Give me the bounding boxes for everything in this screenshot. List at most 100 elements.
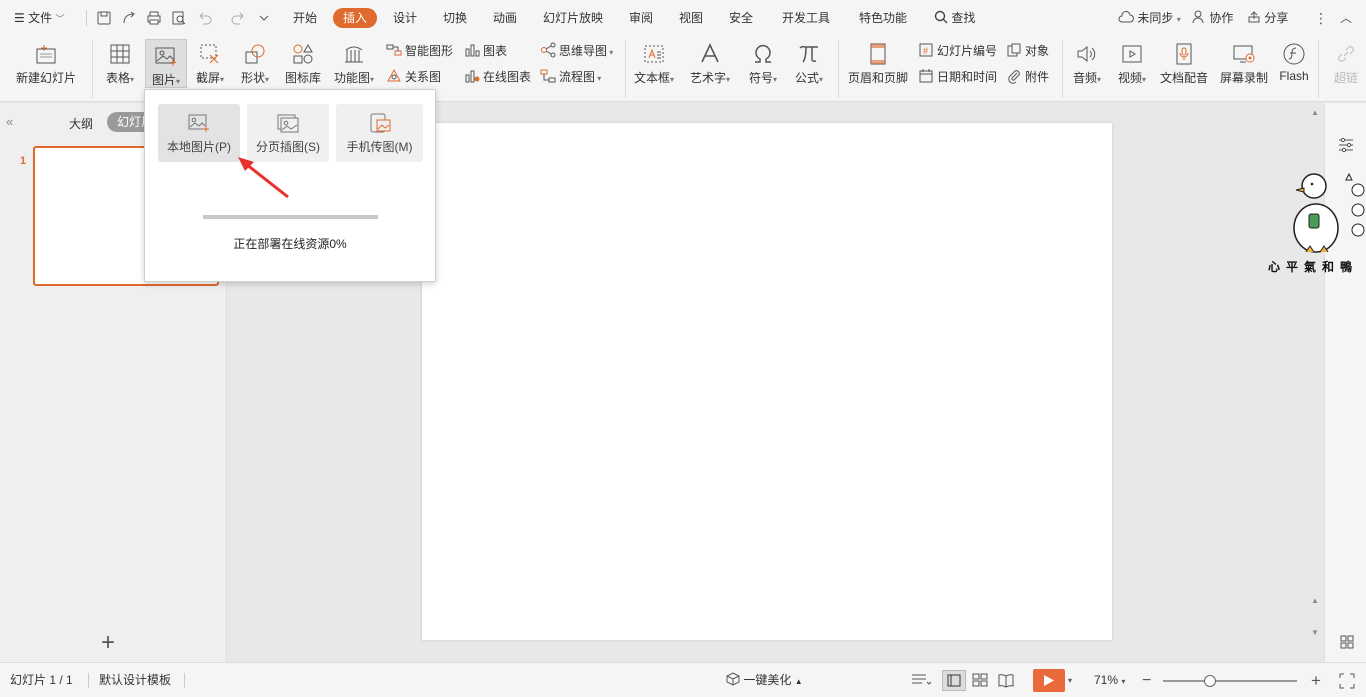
chevron-down-icon: ▾: [773, 75, 778, 84]
symbol-button[interactable]: 符号▾: [744, 38, 782, 98]
play-icon: [1044, 675, 1054, 686]
more-options-icon[interactable]: ⋮: [1314, 0, 1328, 36]
screenshot-icon: [200, 44, 219, 64]
smart-art-button[interactable]: 智能图形: [386, 40, 453, 62]
zoom-slider[interactable]: [1163, 675, 1297, 687]
video-button[interactable]: 视频▾: [1112, 38, 1152, 98]
fit-window-icon[interactable]: [1339, 673, 1355, 689]
textbox-button[interactable]: 文本框▾: [630, 38, 678, 98]
share-icon: [1248, 11, 1260, 23]
grid-view-icon[interactable]: [1339, 634, 1355, 650]
hyperlink-button[interactable]: 超链: [1326, 38, 1366, 98]
collapse-panel-icon[interactable]: «: [6, 114, 13, 129]
properties-icon[interactable]: [1337, 137, 1355, 153]
tab-developer[interactable]: 开发工具: [782, 0, 830, 36]
doc-dubbing-button[interactable]: 文档配音: [1158, 38, 1210, 98]
tab-design-label: 设计: [393, 11, 418, 25]
scroll-up-icon[interactable]: ▲: [1311, 108, 1319, 117]
save-icon[interactable]: [96, 10, 112, 26]
tab-review-label: 审阅: [629, 11, 654, 25]
wordart-button[interactable]: 艺术字▾: [686, 38, 734, 98]
flowchart-button[interactable]: 流程图 ▾: [540, 66, 601, 88]
header-footer-button[interactable]: 页眉和页脚: [845, 38, 911, 98]
file-menu[interactable]: ☰ 文件 ﹀: [14, 0, 64, 36]
scroll-down-icon[interactable]: ▼: [1311, 628, 1319, 637]
table-button[interactable]: 表格▾: [100, 38, 140, 98]
online-chart-button[interactable]: 在线图表: [464, 66, 531, 88]
chevron-down-icon: ▾: [176, 77, 181, 86]
screen-record-button[interactable]: 屏幕录制: [1216, 38, 1272, 98]
chart-button[interactable]: 图表: [464, 40, 507, 62]
chevron-down-icon: ▾: [595, 74, 602, 83]
tab-view-label: 视图: [679, 11, 704, 25]
sync-status-button[interactable]: 未同步 ▾: [1118, 0, 1181, 36]
add-slide-button[interactable]: +: [101, 631, 115, 655]
attachment-button[interactable]: 附件: [1006, 66, 1049, 88]
smart-art-icon: [386, 44, 402, 56]
slide-sorter-icon[interactable]: [972, 673, 988, 688]
beautify-button[interactable]: 一键美化 ▲: [726, 663, 803, 697]
normal-view-button[interactable]: [942, 670, 966, 691]
chevron-down-icon[interactable]: ▾: [1068, 663, 1072, 697]
collaborate-button[interactable]: 协作: [1192, 0, 1233, 36]
play-slideshow-button[interactable]: [1033, 669, 1065, 692]
phone-picture-option[interactable]: 手机传图(M): [336, 104, 423, 162]
collab-label: 协作: [1209, 11, 1234, 25]
tab-animation[interactable]: 动画: [493, 0, 517, 36]
header-footer-label: 页眉和页脚: [847, 71, 908, 85]
reading-view-icon[interactable]: [998, 673, 1014, 688]
flash-button[interactable]: Flash: [1276, 38, 1312, 98]
object-label: 对象: [1025, 44, 1050, 58]
tab-home[interactable]: 开始: [293, 0, 317, 36]
local-picture-option[interactable]: 本地图片(P): [158, 104, 240, 162]
search-button[interactable]: 查找: [934, 0, 975, 36]
tab-outline[interactable]: 大纲: [69, 115, 93, 132]
tab-slideshow[interactable]: 幻灯片放映: [543, 0, 603, 36]
audio-button[interactable]: 音频▾: [1067, 38, 1107, 98]
share-button[interactable]: 分享: [1247, 0, 1288, 36]
date-time-button[interactable]: 日期和时间: [918, 66, 997, 88]
chart-label: 图表: [483, 44, 508, 58]
tab-view[interactable]: 视图: [679, 0, 703, 36]
speaker-icon: [1077, 45, 1096, 63]
slide-thumb-number: 1: [20, 155, 27, 167]
tab-transition[interactable]: 切换: [443, 0, 467, 36]
template-name[interactable]: 默认设计模板: [99, 663, 171, 697]
divider: [88, 673, 89, 688]
status-bar: 幻灯片 1 / 1 默认设计模板 一键美化 ▲ ▾ 71% ▾ − +: [0, 662, 1366, 697]
collapse-ribbon-icon[interactable]: ︿: [1340, 0, 1352, 36]
object-icon: [1007, 43, 1021, 57]
customize-toolbar-icon[interactable]: [256, 10, 272, 26]
new-slide-button[interactable]: 新建幻灯片: [8, 38, 84, 98]
zoom-in-button[interactable]: +: [1311, 663, 1321, 697]
slide-number-icon: #: [919, 43, 933, 57]
scroll-up-icon[interactable]: ▲: [1311, 596, 1319, 605]
tab-insert[interactable]: 插入: [333, 8, 378, 28]
object-button[interactable]: 对象: [1006, 40, 1049, 62]
slide-number-button[interactable]: # 幻灯片编号: [918, 40, 997, 62]
flowchart-label: 流程图: [559, 70, 596, 84]
export-pdf-icon[interactable]: [121, 10, 137, 26]
mind-map-label: 思维导图: [559, 44, 608, 58]
print-preview-icon[interactable]: [171, 10, 187, 26]
relation-chart-button[interactable]: 关系图: [386, 66, 441, 88]
undo-icon[interactable]: [197, 10, 213, 26]
tab-features[interactable]: 特色功能: [859, 0, 907, 36]
print-icon[interactable]: [146, 10, 162, 26]
tab-review[interactable]: 审阅: [629, 0, 653, 36]
tab-design[interactable]: 设计: [393, 0, 417, 36]
redo-icon[interactable]: [230, 10, 246, 26]
zoom-slider-thumb[interactable]: [1204, 675, 1216, 687]
zoom-out-button[interactable]: −: [1142, 663, 1151, 697]
hyperlink-label: 超链: [1333, 71, 1358, 85]
date-time-label: 日期和时间: [937, 70, 998, 84]
zoom-level[interactable]: 71% ▾: [1094, 663, 1125, 697]
icon-library-icon: [293, 43, 313, 64]
picture-button[interactable]: 图片▾: [145, 39, 187, 88]
formula-button[interactable]: 公式▾: [790, 38, 828, 98]
tab-security[interactable]: 安全: [729, 0, 753, 36]
notes-icon[interactable]: [911, 673, 931, 687]
slide-canvas[interactable]: [422, 123, 1112, 640]
mind-map-button[interactable]: 思维导图 ▾: [540, 40, 613, 62]
bar-chart-icon: [465, 44, 480, 57]
